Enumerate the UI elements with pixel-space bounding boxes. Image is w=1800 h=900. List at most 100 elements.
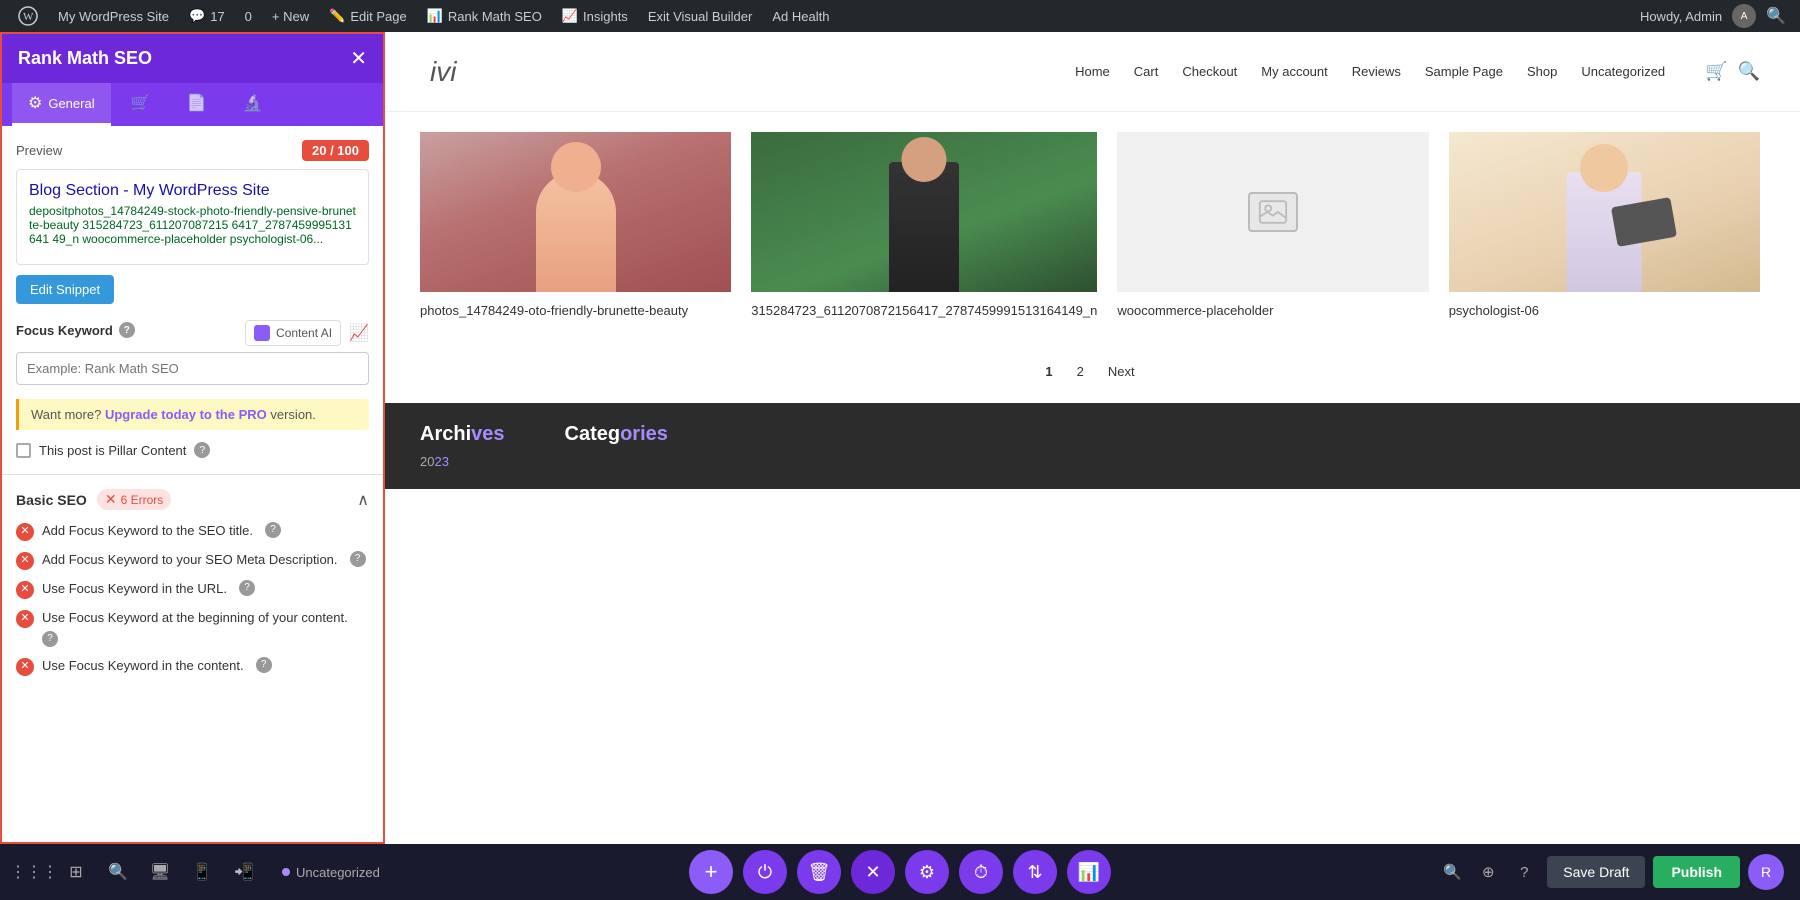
admin-bar: W My WordPress Site 💬 17 0 + New ✏️ Edit… (0, 0, 1800, 32)
arrows-button[interactable]: ⇅ (1013, 850, 1057, 894)
search-icon[interactable]: 🔍 (1760, 6, 1792, 26)
focus-keyword-help-icon[interactable]: ? (119, 322, 135, 338)
pillar-checkbox[interactable] (16, 443, 31, 458)
wp-logo-item[interactable]: W (8, 0, 48, 32)
updates-count: 0 (245, 9, 252, 24)
nav-reviews[interactable]: Reviews (1352, 64, 1401, 79)
check-help-3[interactable]: ? (239, 580, 255, 596)
pillar-help-icon[interactable]: ? (194, 442, 210, 458)
cart-icon[interactable]: 🛒 (1705, 61, 1727, 82)
pillar-label: This post is Pillar Content (39, 443, 186, 458)
exit-builder-item[interactable]: Exit Visual Builder (638, 0, 763, 32)
toolbar-mobile-button[interactable]: 📲 (226, 854, 262, 890)
page-1[interactable]: 1 (1037, 360, 1060, 383)
seo-check-item: ✕ Add Focus Keyword to the SEO title. ? (16, 522, 369, 541)
toolbar-grid-button[interactable]: ⊞ (58, 854, 94, 890)
focus-keyword-input[interactable] (16, 352, 369, 385)
site-name-item[interactable]: My WordPress Site (48, 0, 179, 32)
chart-float-button[interactable]: 📊 (1067, 850, 1111, 894)
blog-card[interactable]: woocommerce-placeholder (1117, 132, 1428, 320)
toolbar-menu-button[interactable]: ⋮⋮⋮ (16, 854, 52, 890)
power-button[interactable]: ⏻ (743, 850, 787, 894)
preview-title[interactable]: Blog Section - My WordPress Site (29, 182, 356, 200)
rank-math-circle-button[interactable]: R (1748, 854, 1784, 890)
blog-card[interactable]: photos_14784249-oto-friendly-brunette-be… (420, 132, 731, 320)
schema-tab-icon: 📄 (187, 93, 207, 113)
trash-button[interactable]: 🗑 (797, 850, 841, 894)
ad-health-item[interactable]: Ad Health (762, 0, 839, 32)
save-draft-button[interactable]: Save Draft (1547, 856, 1645, 888)
rank-math-item[interactable]: 📊 Rank Math SEO (417, 0, 552, 32)
toolbar-search-button[interactable]: 🔍 (100, 854, 136, 890)
content-ai-icon (254, 325, 270, 341)
nav-checkout[interactable]: Checkout (1182, 64, 1237, 79)
check-help-2[interactable]: ? (350, 551, 366, 567)
svg-text:W: W (23, 11, 34, 23)
seo-check-item: ✕ Use Focus Keyword in the URL. ? (16, 580, 369, 599)
check-error-icon: ✕ (16, 581, 34, 599)
insights-label: Insights (583, 9, 628, 24)
search-nav-icon[interactable]: 🔍 (1738, 61, 1760, 82)
edit-snippet-button[interactable]: Edit Snippet (16, 275, 114, 304)
settings-float-button[interactable]: ⚙ (905, 850, 949, 894)
new-item[interactable]: + New (262, 0, 319, 32)
panel-close-button[interactable]: ✕ (350, 49, 367, 69)
panel-title: Rank Math SEO (18, 48, 152, 69)
archives-heading: Archives (420, 423, 505, 446)
nav-uncategorized[interactable]: Uncategorized (1581, 64, 1665, 79)
zoom-search-button[interactable]: 🔍 (1437, 857, 1467, 887)
upgrade-link[interactable]: Upgrade today to the PRO (105, 407, 267, 422)
check-help-4[interactable]: ? (42, 631, 58, 647)
content-ai-button[interactable]: Content AI (245, 320, 341, 346)
publish-button[interactable]: Publish (1653, 856, 1740, 888)
check-help-5[interactable]: ? (256, 657, 272, 673)
tab-schema[interactable]: 📄 (171, 83, 223, 126)
panel-separator (2, 474, 383, 475)
bottom-toolbar: ⋮⋮⋮ ⊞ 🔍 🖥 📱 📲 Uncategorized + ⏻ 🗑 ✕ ⚙ ⏱ … (0, 844, 1800, 900)
clock-button[interactable]: ⏱ (959, 850, 1003, 894)
blog-card[interactable]: 315284723_6112070872156417_2787459991513… (751, 132, 1097, 320)
updates-item[interactable]: 0 (235, 0, 262, 32)
page-next[interactable]: Next (1100, 360, 1143, 383)
comments-item[interactable]: 💬 17 (179, 0, 235, 32)
card-image-4 (1449, 132, 1760, 292)
rank-math-icon: 📊 (427, 8, 443, 24)
upgrade-suffix: version. (270, 407, 316, 422)
site-nav: Home Cart Checkout My account Reviews Sa… (1075, 61, 1760, 82)
toolbar-desktop-button[interactable]: 🖥 (142, 854, 178, 890)
collapse-button[interactable]: ∧ (357, 490, 369, 510)
panel-tabs: ⚙ General 🛒 📄 🔬 (2, 83, 383, 126)
tab-advanced[interactable]: 🔬 (226, 83, 278, 126)
card-title-2: 315284723_6112070872156417_2787459991513… (751, 302, 1097, 320)
tab-social[interactable]: 🛒 (115, 83, 167, 126)
tab-general[interactable]: ⚙ General (12, 83, 111, 126)
preview-box: Blog Section - My WordPress Site deposit… (16, 169, 369, 265)
floating-buttons: + ⏻ 🗑 ✕ ⚙ ⏱ ⇅ 📊 (689, 850, 1111, 894)
layers-button[interactable]: ⊕ (1473, 857, 1503, 887)
toolbar-tablet-button[interactable]: 📱 (184, 854, 220, 890)
basic-seo-header: Basic SEO ✕ 6 Errors ∧ (16, 489, 369, 510)
blog-card[interactable]: psychologist-06 (1449, 132, 1760, 320)
nav-shop[interactable]: Shop (1527, 64, 1557, 79)
close-float-button[interactable]: ✕ (851, 850, 895, 894)
nav-home[interactable]: Home (1075, 64, 1110, 79)
nav-my-account[interactable]: My account (1261, 64, 1327, 79)
general-tab-label: General (48, 96, 94, 111)
help-button[interactable]: ? (1509, 857, 1539, 887)
check-label-1: Add Focus Keyword to the SEO title. (42, 522, 253, 540)
ad-health-label: Ad Health (772, 9, 829, 24)
check-label-3: Use Focus Keyword in the URL. (42, 580, 227, 598)
nav-cart[interactable]: Cart (1134, 64, 1159, 79)
check-help-1[interactable]: ? (265, 522, 281, 538)
admin-avatar[interactable]: A (1732, 4, 1756, 28)
trend-icon[interactable]: 📈 (349, 323, 369, 343)
card-image-1 (420, 132, 731, 292)
edit-page-item[interactable]: ✏️ Edit Page (319, 0, 417, 32)
insights-item[interactable]: 📈 Insights (552, 0, 638, 32)
nav-sample-page[interactable]: Sample Page (1425, 64, 1503, 79)
bottom-right-icons: 🔍 ⊕ ? (1437, 857, 1539, 887)
add-button[interactable]: + (689, 850, 733, 894)
preview-label: Preview (16, 143, 62, 158)
content-ai-label: Content AI (276, 326, 332, 340)
page-2[interactable]: 2 (1069, 360, 1092, 383)
